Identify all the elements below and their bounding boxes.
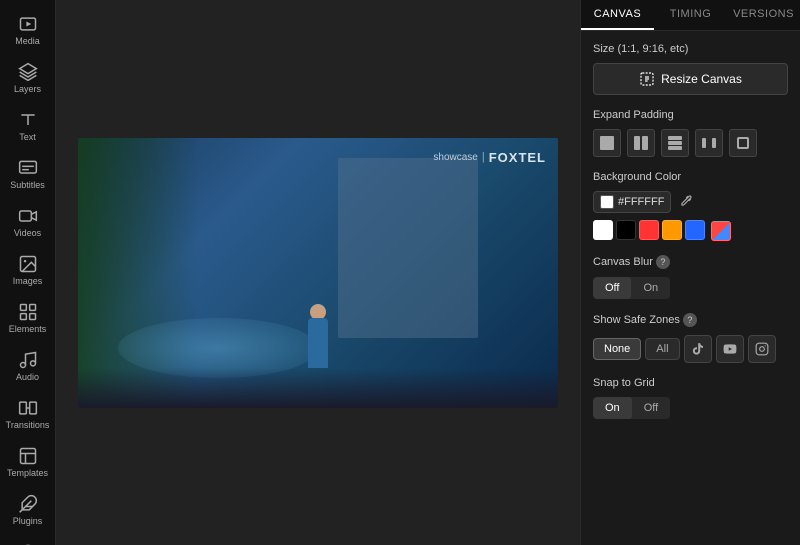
sidebar-item-layers[interactable]: Layers bbox=[3, 56, 53, 100]
snap-grid-on-btn[interactable]: On bbox=[593, 397, 632, 419]
canvas-preview[interactable]: showcase | FOXTEL bbox=[78, 138, 558, 408]
bg-color-swatch bbox=[600, 195, 614, 209]
canvas-blur-section: Canvas Blur ? Off On bbox=[593, 255, 788, 299]
swatch-row-2 bbox=[711, 221, 731, 241]
padding-icon-2 bbox=[633, 135, 649, 151]
bg-color-row: #FFFFFF bbox=[593, 191, 788, 241]
snap-grid-section: Snap to Grid On Off bbox=[593, 377, 788, 419]
safe-zone-instagram-btn[interactable] bbox=[748, 335, 776, 363]
canvas-blur-label: Canvas Blur bbox=[593, 256, 653, 268]
canvas-blur-header: Canvas Blur ? bbox=[593, 255, 788, 269]
canvas-blur-help-icon[interactable]: ? bbox=[656, 255, 670, 269]
tab-timing[interactable]: TIMING bbox=[654, 0, 727, 30]
tab-versions[interactable]: VERSIONS bbox=[727, 0, 800, 30]
canvas-blur-off-btn[interactable]: Off bbox=[593, 277, 631, 299]
sidebar-item-elements-label: Elements bbox=[9, 324, 47, 334]
tab-canvas[interactable]: CANVAS bbox=[581, 0, 654, 30]
safe-zones-section: Show Safe Zones ? None All bbox=[593, 313, 788, 363]
sidebar-item-templates[interactable]: Templates bbox=[3, 440, 53, 484]
safe-zone-none-btn[interactable]: None bbox=[593, 338, 641, 360]
padding-option-4[interactable] bbox=[695, 129, 723, 157]
sidebar-item-text[interactable]: Text bbox=[3, 104, 53, 148]
sidebar-item-media-label: Media bbox=[15, 36, 40, 46]
expand-label: Expand Padding bbox=[593, 109, 788, 121]
sidebar-item-text-label: Text bbox=[19, 132, 36, 142]
swatch-orange[interactable] bbox=[662, 220, 682, 240]
bg-color-section: Background Color #FFFFFF bbox=[593, 171, 788, 241]
canvas-overlay-logo: showcase | FOXTEL bbox=[433, 150, 546, 165]
sidebar-item-media[interactable]: Media bbox=[3, 8, 53, 52]
swatch-black[interactable] bbox=[616, 220, 636, 240]
canvas-blur-on-btn[interactable]: On bbox=[631, 277, 670, 299]
main-canvas-area: showcase | FOXTEL bbox=[56, 0, 580, 545]
sidebar-item-videos[interactable]: Videos bbox=[3, 200, 53, 244]
expand-padding-section: Expand Padding bbox=[593, 109, 788, 157]
resize-icon bbox=[639, 71, 655, 87]
sidebar-item-audio[interactable]: Audio bbox=[3, 344, 53, 388]
sidebar-item-plugins[interactable]: Plugins bbox=[3, 488, 53, 532]
tiktok-icon bbox=[691, 342, 705, 356]
safe-zones-help-icon[interactable]: ? bbox=[683, 313, 697, 327]
ground-decoration bbox=[78, 368, 558, 408]
color-swatches bbox=[593, 220, 705, 240]
color-input-box[interactable]: #FFFFFF bbox=[593, 191, 671, 213]
sidebar-item-plugins-label: Plugins bbox=[13, 516, 43, 526]
eyedropper-icon bbox=[679, 194, 693, 208]
padding-option-3[interactable] bbox=[661, 129, 689, 157]
safe-zone-tiktok-btn[interactable] bbox=[684, 335, 712, 363]
sidebar-item-subtitles[interactable]: Subtitles bbox=[3, 152, 53, 196]
safe-zone-youtube-btn[interactable] bbox=[716, 335, 744, 363]
instagram-icon bbox=[755, 342, 769, 356]
swatch-red[interactable] bbox=[639, 220, 659, 240]
sidebar-item-images[interactable]: Images bbox=[3, 248, 53, 292]
right-panel: CANVAS TIMING VERSIONS Size (1:1, 9:16, … bbox=[580, 0, 800, 545]
safe-zones-header: Show Safe Zones ? bbox=[593, 313, 788, 327]
bg-color-hex: #FFFFFF bbox=[618, 196, 664, 208]
sidebar-item-layers-label: Layers bbox=[14, 84, 41, 94]
sidebar-item-transitions-label: Transitions bbox=[6, 420, 50, 430]
padding-options bbox=[593, 129, 788, 157]
canvas-blur-toggle: Off On bbox=[593, 277, 670, 299]
safe-zones-options: None All bbox=[593, 335, 788, 363]
padding-icon-1 bbox=[599, 135, 615, 151]
padding-icon-5 bbox=[735, 135, 751, 151]
bg-color-label: Background Color bbox=[593, 171, 788, 183]
panel-content: Size (1:1, 9:16, etc) Resize Canvas Expa… bbox=[581, 31, 800, 545]
padding-icon-3 bbox=[667, 135, 683, 151]
swatch-blue[interactable] bbox=[685, 220, 705, 240]
padding-option-1[interactable] bbox=[593, 129, 621, 157]
logo-divider: | bbox=[482, 151, 485, 163]
resize-canvas-button[interactable]: Resize Canvas bbox=[593, 63, 788, 95]
sidebar-item-elements[interactable]: Elements bbox=[3, 296, 53, 340]
size-label: Size (1:1, 9:16, etc) bbox=[593, 43, 788, 55]
foxtel-text: FOXTEL bbox=[489, 150, 546, 165]
snap-grid-toggle: On Off bbox=[593, 397, 670, 419]
person-figure bbox=[303, 288, 333, 368]
padding-option-5[interactable] bbox=[729, 129, 757, 157]
sidebar-item-videos-label: Videos bbox=[14, 228, 41, 238]
sidebar-item-subtitles-label: Subtitles bbox=[10, 180, 45, 190]
padding-icon-4 bbox=[701, 135, 717, 151]
panel-tabs: CANVAS TIMING VERSIONS bbox=[581, 0, 800, 31]
snap-grid-off-btn[interactable]: Off bbox=[632, 397, 670, 419]
swatch-white[interactable] bbox=[593, 220, 613, 240]
youtube-icon bbox=[723, 342, 737, 356]
sidebar-item-record[interactable]: Record bbox=[3, 536, 53, 545]
safe-zones-label: Show Safe Zones bbox=[593, 314, 680, 326]
snap-grid-label: Snap to Grid bbox=[593, 377, 788, 389]
sidebar-item-templates-label: Templates bbox=[7, 468, 48, 478]
eyedropper-button[interactable] bbox=[677, 194, 695, 211]
sidebar-item-transitions[interactable]: Transitions bbox=[3, 392, 53, 436]
sidebar-item-images-label: Images bbox=[13, 276, 43, 286]
size-section: Size (1:1, 9:16, etc) Resize Canvas bbox=[593, 43, 788, 95]
swatch-multi[interactable] bbox=[711, 221, 731, 241]
padding-option-2[interactable] bbox=[627, 129, 655, 157]
sidebar: Media Layers Text Subtitles Videos bbox=[0, 0, 56, 545]
showcase-text: showcase bbox=[433, 152, 477, 163]
sidebar-item-audio-label: Audio bbox=[16, 372, 39, 382]
safe-zone-all-btn[interactable]: All bbox=[645, 338, 679, 360]
